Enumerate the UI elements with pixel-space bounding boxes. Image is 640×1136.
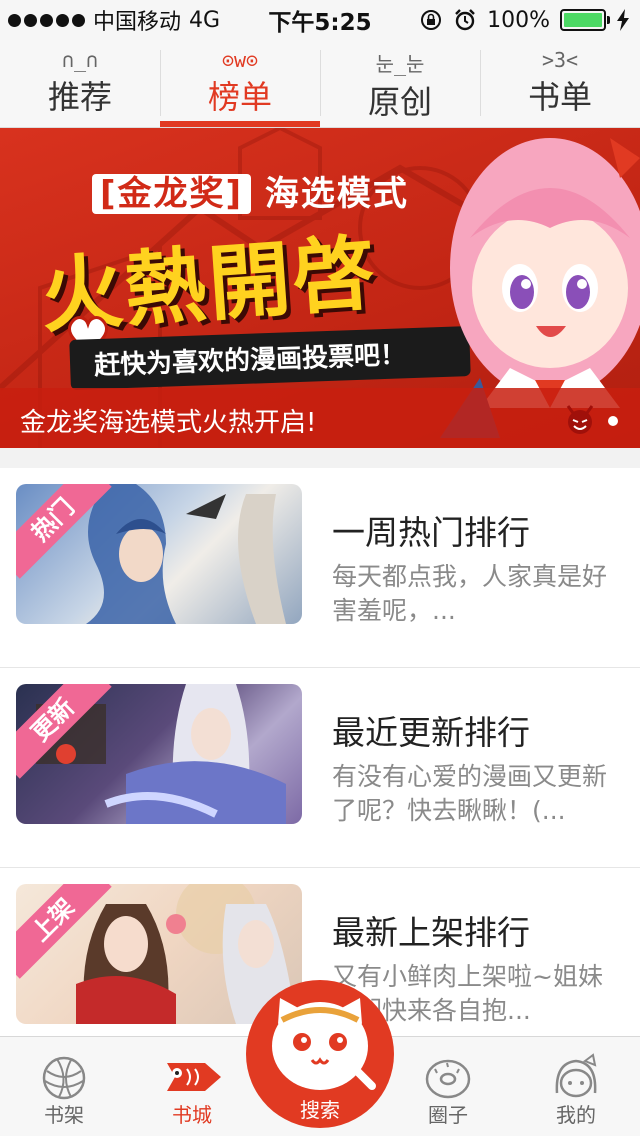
banner-slogan: 赶快为喜欢的漫画投票吧！ <box>93 340 407 382</box>
battery-percent: 100% <box>487 7 550 33</box>
list-item-weekly-hot[interactable]: 热门 一周热门排行 每天都点我，人家真是好害羞呢，... <box>0 468 640 668</box>
banner-subtitle-tag: [金龙奖] <box>92 174 252 214</box>
ranking-title: 一周热门排行 <box>332 513 530 552</box>
banner-page-indicator[interactable] <box>608 416 618 426</box>
tab-emoticon: >3< <box>541 48 579 72</box>
ranking-description: 每天都点我，人家真是好害羞呢，... <box>332 562 608 625</box>
ranking-thumbnail: 更新 <box>16 684 302 824</box>
profile-girl-icon <box>555 1053 597 1098</box>
nav-bookshelf[interactable]: 书架 <box>0 1037 128 1136</box>
tab-recommend[interactable]: ∩_∩ 推荐 <box>0 40 160 127</box>
promo-banner[interactable]: [金龙奖] 海选模式 火熱開啓 赶快为喜欢的漫画投票吧！ 金龙奖海选模式火热开启… <box>0 128 640 448</box>
tab-label: 书单 <box>527 78 592 116</box>
top-tab-bar: ∩_∩ 推荐 ⊙w⊙ 榜单 눈_눈 原创 >3< 书单 <box>0 40 640 128</box>
ranking-description: 有没有心爱的漫画又更新了呢？快去瞅瞅！(... <box>332 762 608 825</box>
devil-icon <box>566 405 594 434</box>
list-item-recent-update[interactable]: 更新 最近更新排行 有没有心爱的漫画又更新了呢？快去瞅瞅！(... <box>0 668 640 868</box>
nav-label: 书架 <box>44 1103 84 1127</box>
nav-bookstore[interactable]: 书城 <box>128 1037 256 1136</box>
tab-label: 榜单 <box>207 78 272 116</box>
nav-circle[interactable]: 圈子 <box>384 1037 512 1136</box>
tab-original[interactable]: 눈_눈 原创 <box>320 40 480 127</box>
tab-label: 推荐 <box>47 78 112 116</box>
tab-emoticon: 눈_눈 <box>375 52 425 76</box>
rotation-lock-icon <box>421 10 442 30</box>
charging-icon <box>617 9 629 31</box>
banner-caption-bar: 金龙奖海选模式火热开启! <box>0 388 640 448</box>
nav-label: 书城 <box>172 1103 212 1127</box>
banner-caption: 金龙奖海选模式火热开启! <box>20 408 317 438</box>
tab-booklist[interactable]: >3< 书单 <box>480 40 640 127</box>
ranking-title: 最近更新排行 <box>332 713 530 752</box>
ranking-title: 最新上架排行 <box>332 913 530 952</box>
ranking-list: 热门 一周热门排行 每天都点我，人家真是好害羞呢，... 更新 最近更新排行 有… <box>0 468 640 1036</box>
tab-label: 原创 <box>367 83 432 121</box>
nav-label: 圈子 <box>428 1103 468 1127</box>
tab-emoticon: ⊙w⊙ <box>221 48 259 72</box>
yarn-ball-icon <box>42 1056 86 1100</box>
alarm-icon <box>455 9 475 31</box>
status-bar: 中国移动 4G 下午5:25 100% <box>0 0 640 40</box>
search-button[interactable]: 搜索 <box>246 980 394 1128</box>
ranking-thumbnail: 热门 <box>16 484 302 624</box>
nav-label: 我的 <box>556 1103 596 1127</box>
nav-profile[interactable]: 我的 <box>512 1037 640 1136</box>
donut-icon <box>425 1059 471 1099</box>
koinobori-fish-icon <box>167 1063 221 1091</box>
tab-rankings[interactable]: ⊙w⊙ 榜单 <box>160 40 320 127</box>
search-label: 搜索 <box>300 1098 340 1122</box>
battery-icon <box>560 9 610 31</box>
tab-emoticon: ∩_∩ <box>61 48 99 72</box>
